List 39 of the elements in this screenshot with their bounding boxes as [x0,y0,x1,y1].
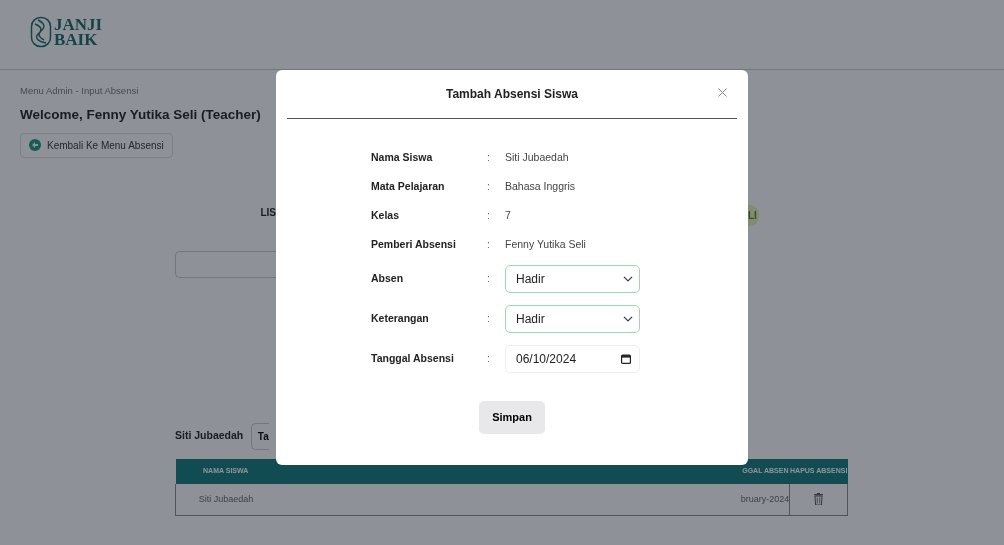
field-label: Nama Siswa [371,149,434,165]
table-cell: bruary-2024 [740,483,790,516]
date-field[interactable]: 06/10/2024 [505,345,640,373]
breadcrumb: Menu Admin - Input Absensi [20,84,139,98]
field-label: Mata Pelajaran [371,178,446,194]
leaf-logo-icon [30,16,52,48]
field-label: Kelas [371,207,401,223]
calendar-icon[interactable] [621,354,631,364]
colon: : [487,178,491,194]
arrow-left-icon [29,139,41,151]
colon: : [487,149,491,165]
close-button[interactable] [718,88,727,97]
field-value: Fenny Yutika Seli [505,236,586,252]
field-value: Bahasa Inggris [505,178,576,194]
field-label: Absen [371,271,405,287]
filter-button[interactable]: Ta [251,422,270,450]
colon: : [487,311,491,327]
field-value: 7 [505,207,511,223]
colon: : [487,271,491,287]
colon: : [487,207,491,223]
student-name-label: Siti Jubaedah [175,428,244,444]
field-label: Keterangan [371,311,430,327]
welcome-heading: Welcome, Fenny Yutika Seli (Teacher) [20,106,261,125]
back-button[interactable]: Kembali Ke Menu Absensi [20,132,173,158]
colon: : [487,236,491,252]
status-badge: LI [748,204,759,226]
table-cell: Siti Jubaedah [175,483,276,516]
save-button[interactable]: Simpan [479,401,545,434]
trash-icon[interactable] [814,493,824,506]
field-label: Pemberi Absensi [371,236,457,252]
dropdown[interactable]: Hadir [505,305,640,333]
colon: : [487,351,491,367]
logo: JANJI BAIK [30,16,1004,48]
search-field[interactable] [175,250,276,278]
field-value: Siti Jubaedah [505,149,569,165]
dropdown[interactable]: Hadir [505,265,640,293]
list-heading: LIS [259,205,276,220]
modal-title: Tambah Absensi Siswa [445,86,578,103]
field-label: Tanggal Absensi [371,351,455,367]
